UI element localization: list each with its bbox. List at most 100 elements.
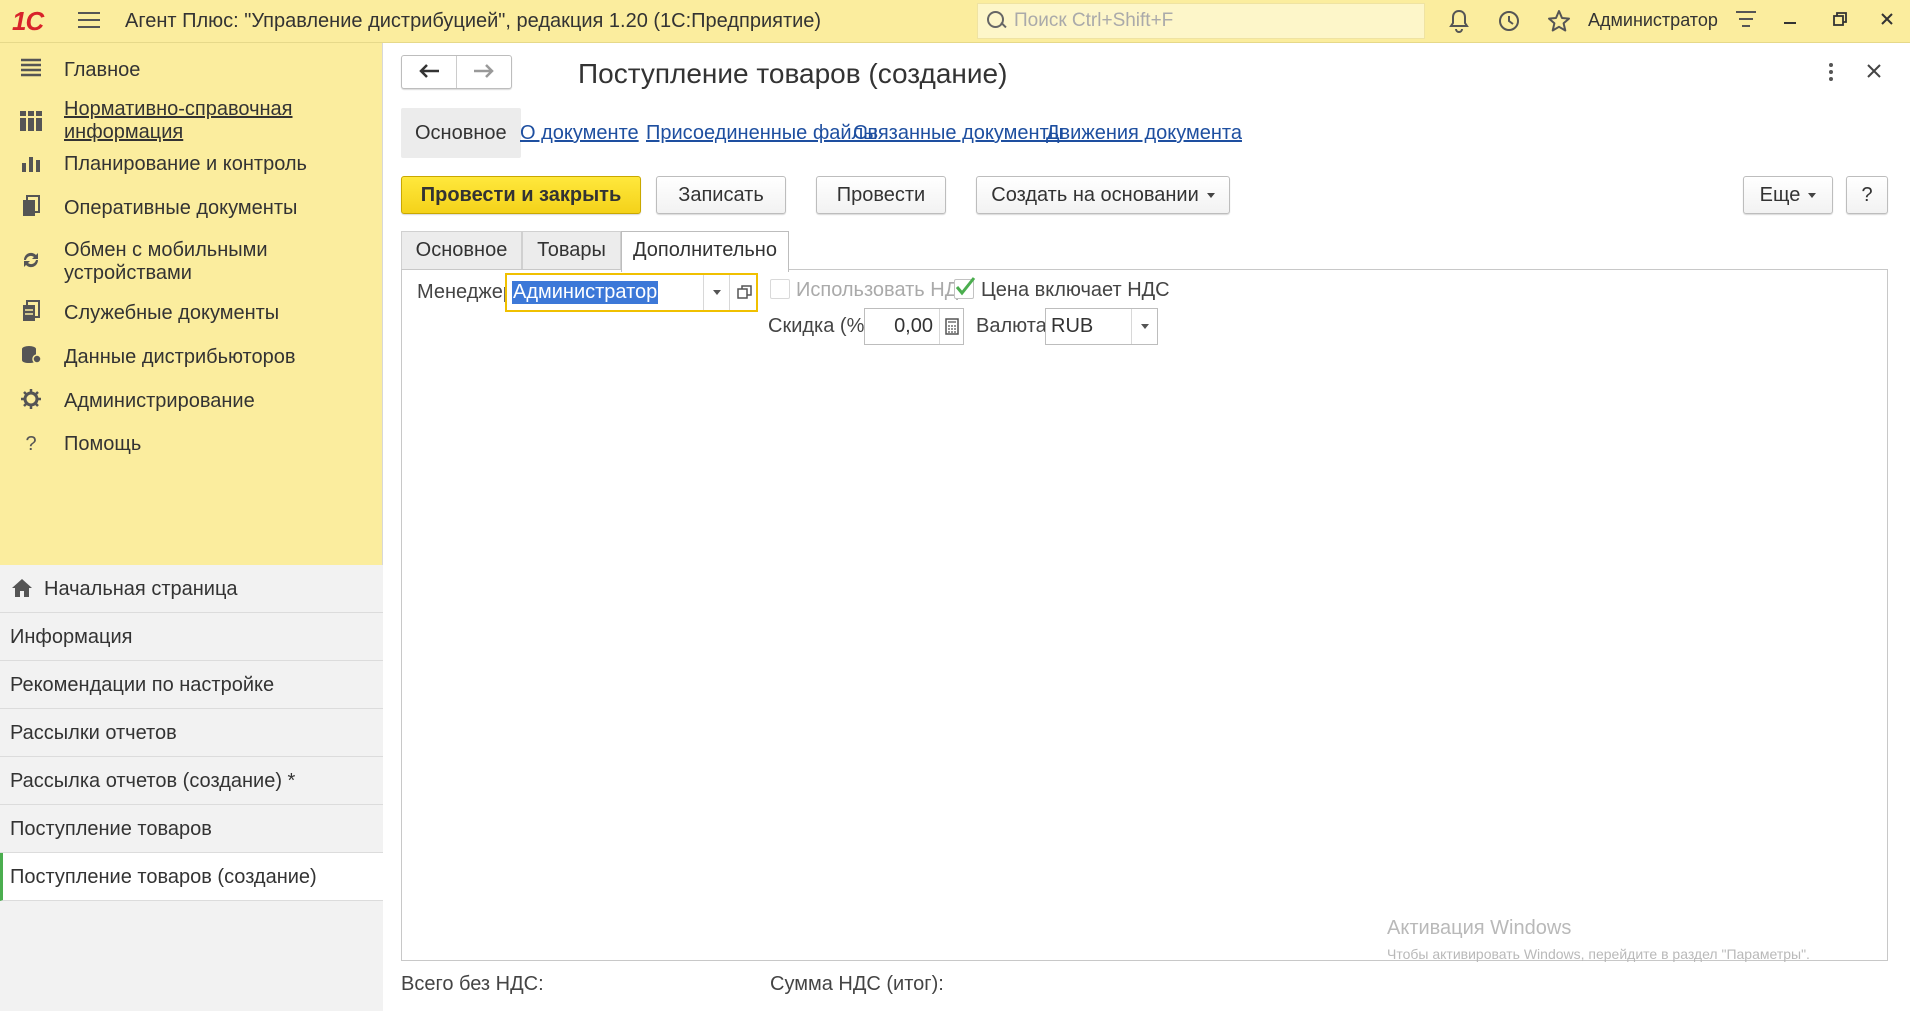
open-window-item-active[interactable]: Поступление товаров (создание) [0,853,383,901]
use-vat-label: Использовать НДС [796,279,973,301]
gear-icon [18,388,44,414]
open-window-item[interactable]: Рассылка отчетов (создание) * [0,757,383,805]
form-close-icon[interactable] [1862,57,1886,85]
sidebar-item-help[interactable]: ? Помощь [0,427,383,461]
sidebar-item-label: Помощь [64,433,142,455]
tab-attached-files[interactable]: Присоединенные файлы [646,108,878,158]
price-includes-vat-label: Цена включает НДС [981,279,1170,301]
currency-label: Валюта: [976,315,1053,337]
windows-activation-watermark: Активация Windows Чтобы активировать Win… [1387,917,1810,962]
sidebar-item-service-docs[interactable]: Служебные документы [0,296,383,330]
restore-icon[interactable] [1825,6,1855,36]
chevron-down-icon [1808,193,1817,199]
chevron-down-icon[interactable] [703,275,729,310]
sidebar-item-label: Главное [64,59,141,81]
sidebar-item-label: Данные дистрибьюторов [64,346,296,368]
sidebar-item-administration[interactable]: Администрирование [0,384,383,418]
sidebar-item-label: Администрирование [64,390,255,412]
open-record-icon[interactable] [729,275,757,310]
open-window-label: Рассылка отчетов (создание) * [10,770,296,792]
open-windows-list: Начальная страница Информация Рекомендац… [0,565,383,1011]
history-nav [401,55,512,89]
documents-icon [18,195,44,221]
open-window-item[interactable]: Рассылки отчетов [0,709,383,757]
search-input[interactable]: Поиск Ctrl+Shift+F [977,3,1425,39]
use-vat-checkbox[interactable] [770,279,790,299]
history-icon[interactable] [1495,8,1523,36]
checkmark-icon [955,277,976,296]
sidebar-item-operational-docs[interactable]: Оперативные документы [0,191,383,225]
minimize-icon[interactable] [1775,6,1805,36]
sidebar-item-planning[interactable]: Планирование и контроль [0,147,383,181]
manager-field[interactable]: Администратор [505,273,758,312]
calculator-icon[interactable] [939,309,963,344]
user-name[interactable]: Администратор [1588,10,1718,31]
currency-field[interactable]: RUB [1045,308,1158,345]
settings-lines-icon[interactable] [1732,8,1760,36]
sidebar-item-distributor-data[interactable]: Данные дистрибьюторов [0,340,383,374]
sidebar-item-mobile-exchange[interactable]: Обмен с мобильными устройствами [0,235,383,285]
back-arrow-icon[interactable] [402,56,457,88]
app-title: Агент Плюс: "Управление дистрибуцией", р… [125,10,822,32]
sidebar: Главное Нормативно-справочная информация… [0,43,383,1011]
table-icon [18,110,44,136]
inner-tab-goods[interactable]: Товары [522,231,621,269]
manager-value: Администратор [512,281,659,304]
total-no-vat-label: Всего без НДС: [401,973,544,995]
sidebar-item-label: Нормативно-справочная информация [64,98,293,143]
sidebar-item-label: Планирование и контроль [64,153,307,175]
open-window-item[interactable]: Поступление товаров [0,805,383,853]
service-docs-icon [18,300,44,326]
watermark-title: Активация Windows [1387,917,1572,939]
search-icon [986,10,1008,32]
sidebar-item-label: Служебные документы [64,302,280,324]
open-window-item[interactable]: Рекомендации по настройке [0,661,383,709]
forward-arrow-icon[interactable] [457,56,512,88]
sidebar-item-label: Обмен с мобильными устройствами [64,239,268,284]
sidebar-item-main[interactable]: Главное [0,53,383,87]
close-icon[interactable] [1872,6,1902,36]
tab-document-movements[interactable]: Движения документа [1046,108,1242,158]
discount-field[interactable]: 0,00 [864,308,964,345]
document-form: Поступление товаров (создание) Основное … [384,43,1910,1011]
tab-about-document[interactable]: О документе [520,108,639,158]
inner-tab-additional[interactable]: Дополнительно [621,231,789,272]
open-window-item[interactable]: Информация [0,613,383,661]
create-based-on-label: Создать на основании [991,184,1199,206]
post-button[interactable]: Провести [816,176,946,214]
create-based-on-button[interactable]: Создать на основании [976,176,1230,214]
open-window-label: Поступление товаров (создание) [10,866,317,888]
home-icon [12,579,32,597]
vat-sum-label: Сумма НДС (итог): [770,973,944,995]
form-title: Поступление товаров (создание) [578,58,1008,89]
database-icon [18,344,44,370]
watermark-subtitle: Чтобы активировать Windows, перейдите в … [1387,946,1810,962]
menu-lines-icon [18,57,44,83]
tab-main[interactable]: Основное [401,108,521,158]
chevron-down-icon[interactable] [1131,309,1157,344]
help-button[interactable]: ? [1846,176,1888,214]
star-icon[interactable] [1545,8,1573,36]
bell-icon[interactable] [1445,8,1473,36]
open-window-label: Начальная страница [44,578,238,600]
sidebar-item-reference[interactable]: Нормативно-справочная информация [0,96,383,146]
post-and-close-button[interactable]: Провести и закрыть [401,176,641,214]
open-window-label: Рассылки отчетов [10,722,177,744]
more-button[interactable]: Еще [1743,176,1833,214]
additional-tab-panel: Менеджер: Администратор Использовать НДС… [401,269,1888,961]
more-label: Еще [1759,184,1801,206]
inner-tab-main[interactable]: Основное [401,231,522,269]
question-icon: ? [25,433,37,455]
save-button[interactable]: Записать [656,176,786,214]
more-vert-icon[interactable] [1821,61,1841,85]
search-placeholder: Поиск Ctrl+Shift+F [1014,10,1174,31]
open-window-home[interactable]: Начальная страница [0,565,383,613]
open-window-label: Информация [10,626,133,648]
title-bar: 1С Агент Плюс: "Управление дистрибуцией"… [0,0,1910,43]
tab-related-documents[interactable]: Связанные документы [853,108,1063,158]
menu-icon[interactable] [78,12,100,30]
logo-1c: 1С [12,6,44,36]
open-window-label: Рекомендации по настройке [10,674,275,696]
open-window-label: Поступление товаров [10,818,212,840]
price-includes-vat-checkbox[interactable] [954,277,976,299]
